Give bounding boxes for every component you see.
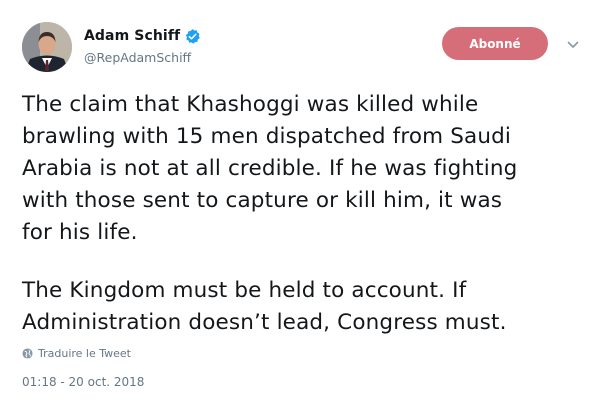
avatar[interactable] [22, 22, 72, 72]
globe-icon [22, 348, 33, 359]
author-display-name[interactable]: Adam Schiff [84, 28, 180, 44]
tweet-text-line: Administration doesn’t lead, Congress mu… [22, 310, 507, 335]
translate-tweet-link[interactable]: Traduire le Tweet [22, 347, 131, 360]
tweet-card: Adam Schiff @RepAdamSchiff Abonné The cl… [0, 0, 604, 402]
following-button[interactable]: Abonné [442, 27, 548, 60]
translate-tweet-label[interactable]: Traduire le Tweet [38, 347, 131, 360]
tweet-text-line: The claim that Khashoggi was killed whil… [22, 92, 479, 117]
author-handle[interactable]: @RepAdamSchiff [84, 50, 191, 65]
tweet-text-line: The Kingdom must be held to account. If [22, 278, 467, 303]
tweet-text-line: with those sent to capture or kill him, … [22, 188, 503, 213]
author-name-row[interactable]: Adam Schiff [84, 26, 201, 46]
tweet-timestamp[interactable]: 01:18 - 20 oct. 2018 [22, 375, 144, 389]
chevron-down-icon[interactable] [566, 38, 580, 52]
tweet-text: The claim that Khashoggi was killed whil… [22, 89, 592, 339]
verified-badge-icon [186, 28, 200, 44]
tweet-text-line: brawling with 15 men dispatched from Sau… [22, 124, 512, 149]
tweet-text-line: Arabia is not at all credible. If he was… [22, 156, 518, 181]
tweet-text-line: for his life. [22, 220, 138, 245]
